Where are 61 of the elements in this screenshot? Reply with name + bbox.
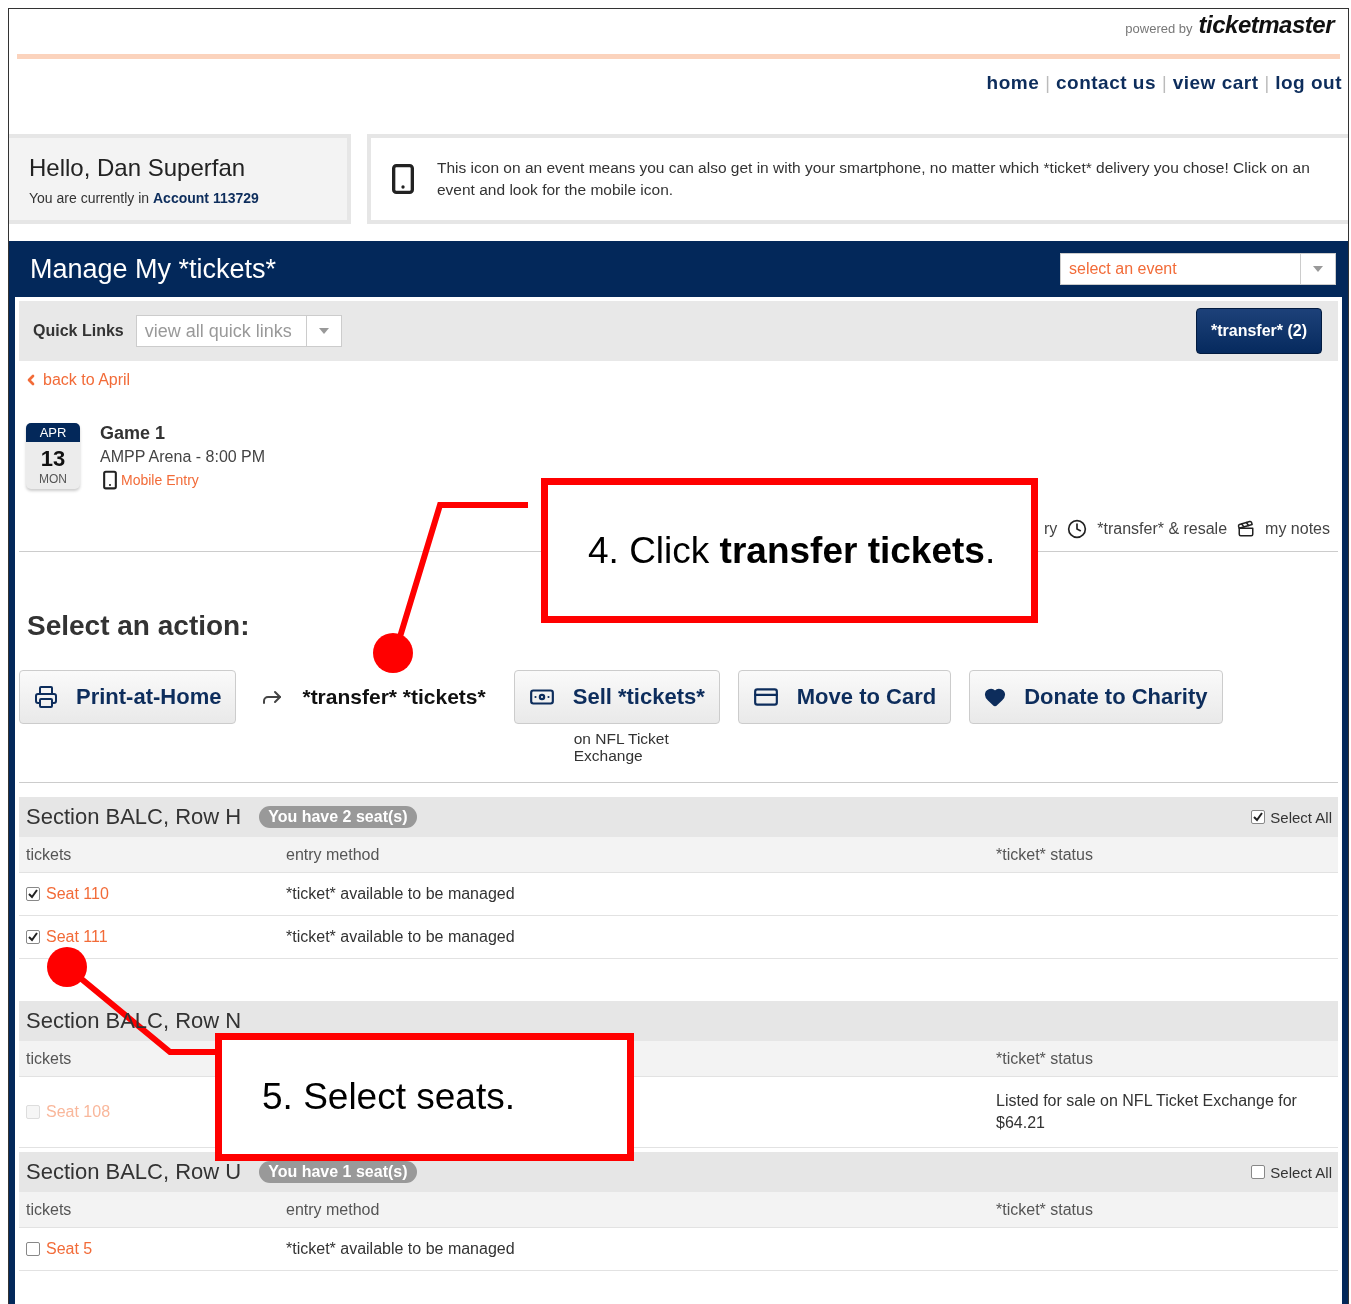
column-header: tickets [26, 845, 73, 864]
printer-icon [34, 685, 58, 709]
seat-count-badge: You have 2 seat(s) [259, 806, 417, 828]
event-venue: AMPP Arena - 8:00 PM [100, 448, 266, 466]
column-header: *ticket* status [996, 1049, 1094, 1068]
checkbox[interactable] [26, 887, 40, 901]
action-button[interactable]: Print-at-Home [19, 670, 237, 724]
transfer-button[interactable]: *transfer* (2) [1195, 308, 1322, 354]
event-link[interactable]: my notes [1265, 520, 1330, 538]
quick-links-label: Quick Links [33, 322, 124, 340]
callout-text: 5. Select seats. [262, 1076, 515, 1118]
select-all-label: Select All [1270, 1163, 1332, 1181]
calendar-date: APR 13 MON [26, 423, 80, 489]
column-header: tickets [26, 1200, 73, 1219]
column-header: *ticket* status [996, 1200, 1094, 1219]
brand-logo: ticketmaster [1198, 11, 1334, 39]
smartphone-icon [100, 470, 120, 490]
event-link[interactable]: ry [1043, 520, 1058, 538]
callout-dot [47, 947, 87, 987]
select-all-label: Select All [1270, 808, 1332, 826]
action-button[interactable]: Move to Card [737, 670, 952, 724]
page-title: Manage My *tickets* [30, 253, 277, 285]
section-title: Section BALC, Row H [26, 804, 242, 830]
nav-link[interactable]: home [986, 72, 1040, 94]
column-header: tickets [26, 1049, 73, 1068]
action-button[interactable]: Donate to Charity [969, 670, 1223, 724]
event-name: Game 1 [100, 423, 167, 444]
heart-icon [984, 686, 1007, 708]
checkbox[interactable] [1251, 1165, 1266, 1179]
callout-text: 4. Click transfer tickets. [588, 529, 996, 572]
entry-method-cell-text: *ticket* available to be managed [286, 884, 516, 904]
greeting-title: Hello, Dan Superfan [29, 154, 247, 182]
account-text: You are currently in Account 113729 [29, 190, 260, 206]
nav-link[interactable]: contact us [1055, 72, 1156, 94]
powered-by-text: powered by [1125, 21, 1193, 36]
nav-separator: | [1264, 72, 1270, 94]
status-cell-text: Listed for sale on NFL Ticket Exchange for $64.21 [996, 1091, 1298, 1133]
checkbox[interactable] [26, 930, 40, 944]
nav-separator: | [1162, 72, 1167, 94]
action-note: on NFL Ticket Exchange [573, 730, 670, 764]
callout-dot [373, 633, 413, 673]
checkbox[interactable] [26, 1242, 40, 1256]
clock-icon [1067, 519, 1088, 539]
action-button[interactable]: Sell *tickets* [513, 670, 720, 724]
entry-method-cell-text: *ticket* available to be managed [286, 927, 516, 947]
transfer-tickets-link[interactable]: *transfer* *tickets* [254, 670, 496, 724]
nav-link[interactable]: log out [1275, 72, 1342, 94]
seat-count-badge: You have 1 seat(s) [259, 1161, 417, 1183]
column-header: entry method [286, 845, 381, 864]
section-title: Section BALC, Row U [26, 1159, 242, 1185]
notice-text: This icon on an event means you can also get in with your smartphone, no matter which *ticket* delivery you chose! Click on an event and look for the mobile icon. [437, 158, 1311, 200]
column-header: *ticket* status [996, 845, 1094, 864]
mobile-entry-text: Mobile Entry [121, 472, 199, 488]
nav-separator: | [1045, 72, 1050, 94]
checkbox[interactable] [1251, 810, 1266, 824]
event-link[interactable]: *transfer* & resale [1097, 520, 1228, 538]
entry-method-cell-text: *ticket* available to be managed [286, 1239, 516, 1259]
action-heading: Select an action: [27, 610, 251, 642]
column-header: entry method [286, 1200, 381, 1219]
notes-icon [1237, 520, 1256, 538]
nav-link[interactable]: view cart [1172, 72, 1259, 94]
